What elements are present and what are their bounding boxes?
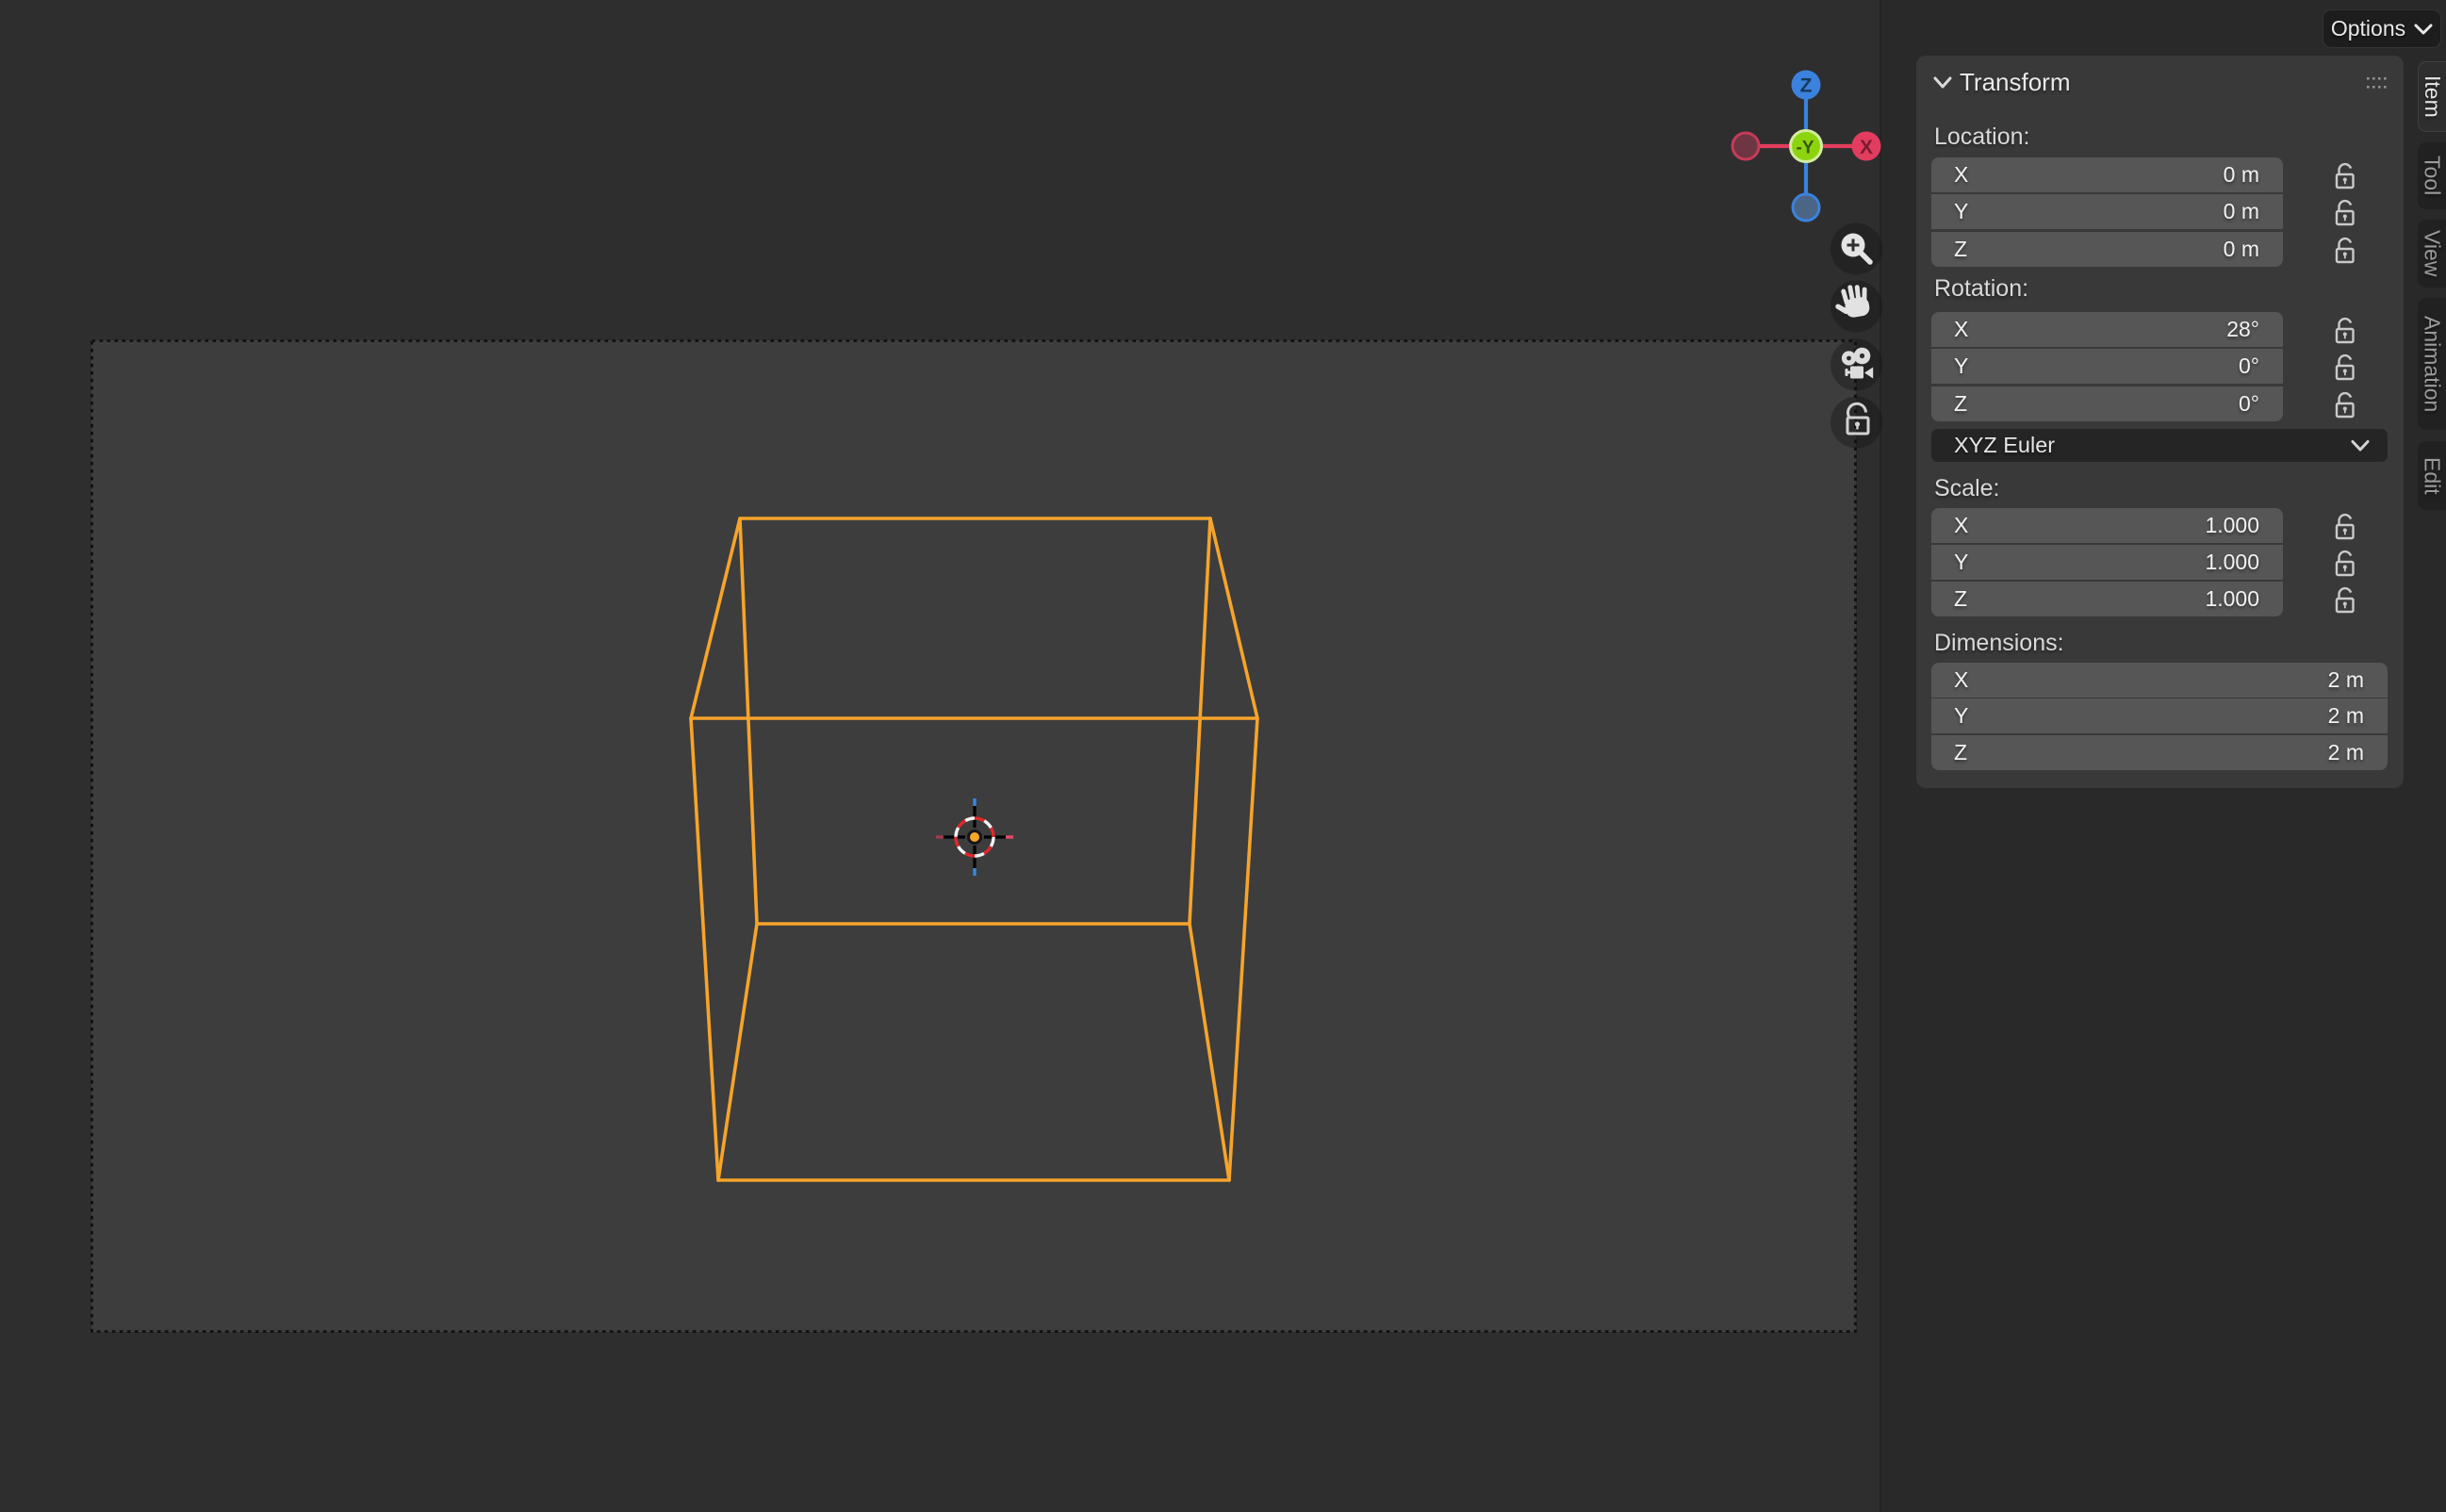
svg-text:Z: Z [1800, 75, 1813, 97]
svg-text:-Y: -Y [1797, 139, 1814, 158]
svg-text:X: X [1860, 137, 1873, 158]
